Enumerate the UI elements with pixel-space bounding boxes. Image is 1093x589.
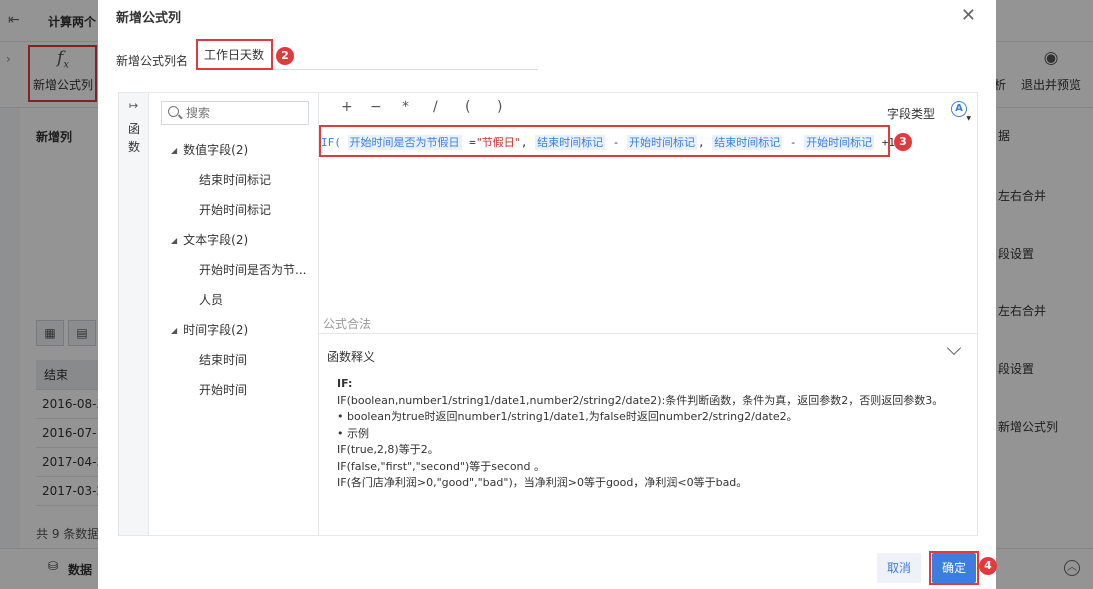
field-item[interactable]: 开始时间是否为节... bbox=[199, 261, 311, 278]
function-desc-title: 函数释义 bbox=[327, 350, 376, 364]
search-icon bbox=[168, 106, 179, 117]
formula-input[interactable]: IF( 开始时间是否为节假日 ="节假日", 结束时间标记 - 开始时间标记, … bbox=[319, 129, 977, 159]
caret-down-icon: ◢ bbox=[171, 236, 178, 245]
column-name-label: 新增公式列名 bbox=[116, 54, 189, 68]
formula-valid-status: 公式合法 bbox=[323, 317, 372, 331]
tree-group-time[interactable]: ◢ 时间字段(2) bbox=[171, 321, 248, 338]
function-desc-header[interactable]: 函数释义 bbox=[319, 333, 977, 367]
field-type-label: 字段类型 bbox=[886, 107, 935, 121]
caret-down-icon: ▼ bbox=[966, 115, 971, 122]
minus-operator-button[interactable]: − bbox=[370, 99, 382, 115]
formula-field-token[interactable]: 开始时间标记 bbox=[627, 135, 697, 150]
step-badge-2: 2 bbox=[276, 47, 294, 65]
field-item[interactable]: 人员 bbox=[199, 291, 311, 308]
function-side-tab[interactable]: ↦ 函数 bbox=[119, 93, 149, 535]
open-paren-button[interactable]: ( bbox=[465, 99, 470, 115]
column-name-input[interactable] bbox=[198, 40, 538, 70]
field-item[interactable]: 开始时间 bbox=[199, 381, 311, 398]
field-panel: ◢数值字段(2) 结束时间标记 开始时间标记 ◢文本字段(2) 开始时间是否为节… bbox=[149, 93, 319, 535]
field-search[interactable] bbox=[161, 101, 309, 125]
field-search-input[interactable] bbox=[186, 104, 304, 122]
field-item[interactable]: 结束时间 bbox=[199, 351, 311, 368]
field-type-icon[interactable]: A bbox=[951, 101, 967, 117]
caret-down-icon: ◢ bbox=[171, 146, 178, 155]
operator-bar: + − * / ( ) 字段类型 A ▼ bbox=[337, 99, 977, 123]
plus-operator-button[interactable]: + bbox=[341, 99, 353, 115]
chevron-down-icon[interactable] bbox=[946, 340, 962, 356]
formula-editor: ↦ 函数 ◢数值字段(2) 结束时间标记 开始时间标记 ◢文本字段(2) 开始时… bbox=[118, 92, 978, 536]
close-icon[interactable]: ✕ bbox=[961, 5, 976, 26]
multiply-operator-button[interactable]: * bbox=[402, 99, 409, 115]
function-desc-body: IF: IF(boolean,number1/string1/date1,num… bbox=[337, 377, 944, 489]
tree-group-number[interactable]: ◢ 数值字段(2) bbox=[171, 141, 248, 158]
field-item[interactable]: 结束时间标记 bbox=[199, 171, 311, 188]
caret-down-icon: ◢ bbox=[171, 326, 178, 335]
expand-arrow-icon[interactable]: ↦ bbox=[119, 99, 148, 112]
dialog-title: 新增公式列 bbox=[116, 11, 182, 26]
field-item[interactable]: 开始时间标记 bbox=[199, 201, 311, 218]
tree-group-text[interactable]: ◢ 文本字段(2) bbox=[171, 231, 248, 248]
formula-field-token[interactable]: 结束时间标记 bbox=[712, 135, 783, 150]
function-tab-label: 函数 bbox=[127, 122, 140, 154]
step-badge-3: 3 bbox=[894, 133, 912, 151]
formula-field-token[interactable]: 开始时间标记 bbox=[804, 135, 875, 150]
confirm-button[interactable]: 确定 bbox=[932, 553, 976, 583]
divide-operator-button[interactable]: / bbox=[433, 99, 438, 115]
step-badge-4: 4 bbox=[979, 557, 997, 575]
new-formula-column-dialog: 新增公式列 ✕ 新增公式列名 2 ↦ 函数 ◢数值字段(2) 结束时间标记 开始… bbox=[98, 0, 997, 589]
formula-field-token[interactable]: 结束时间标记 bbox=[535, 135, 606, 150]
cancel-button[interactable]: 取消 bbox=[877, 553, 921, 583]
close-paren-button[interactable]: ) bbox=[497, 99, 502, 115]
formula-field-token[interactable]: 开始时间是否为节假日 bbox=[347, 135, 462, 150]
